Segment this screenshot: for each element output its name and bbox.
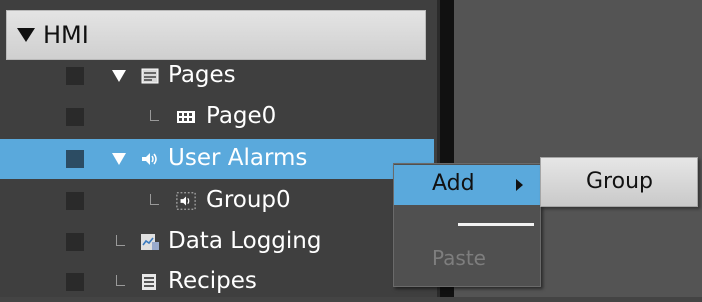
tree-item-checkbox[interactable]	[66, 150, 84, 168]
tree-item-data-logging[interactable]: Data Logging	[0, 222, 440, 262]
page-grid-icon	[176, 107, 196, 127]
tree-item-group0[interactable]: Group0	[0, 181, 440, 221]
menu-item-group[interactable]: Group	[586, 169, 653, 194]
tree-item-label: Recipes	[168, 268, 257, 294]
alarm-group-icon	[176, 191, 196, 211]
tree-item-label: Group0	[206, 187, 291, 213]
expand-triangle-icon[interactable]	[112, 70, 126, 82]
tree-item-pages[interactable]: Pages	[0, 56, 440, 96]
context-menu: Add Paste	[393, 163, 541, 287]
tree-item-recipes[interactable]: Recipes	[0, 262, 440, 302]
project-tree-panel: HMI Pages Page0 User Alarms Group0 Data …	[0, 0, 440, 297]
hmi-root-label: HMI	[43, 21, 89, 49]
speaker-icon	[140, 149, 160, 169]
tree-item-label: Data Logging	[168, 228, 322, 254]
tree-item-label: User Alarms	[168, 145, 308, 171]
menu-item-paste[interactable]: Paste	[432, 246, 486, 270]
tree-item-checkbox[interactable]	[66, 233, 84, 251]
tree-item-page0[interactable]: Page0	[0, 97, 440, 137]
tree-item-label: Page0	[206, 103, 277, 129]
submenu-add: Group	[540, 157, 698, 207]
menu-item-add-label: Add	[432, 171, 475, 196]
expand-triangle-icon[interactable]	[112, 153, 126, 165]
tree-item-checkbox[interactable]	[66, 192, 84, 210]
collapse-triangle-icon[interactable]	[17, 28, 35, 42]
tree-item-checkbox[interactable]	[66, 273, 84, 291]
pages-icon	[140, 66, 160, 86]
tree-connector	[116, 275, 125, 286]
tree-connector	[116, 235, 125, 246]
tree-item-label: Pages	[168, 62, 236, 88]
data-logging-icon	[140, 232, 160, 252]
submenu-arrow-icon	[516, 179, 523, 191]
tree-item-checkbox[interactable]	[66, 67, 84, 85]
menu-item-add[interactable]: Add	[394, 165, 540, 205]
tree-item-checkbox[interactable]	[66, 108, 84, 126]
menu-separator	[458, 223, 534, 226]
tree-connector	[150, 110, 159, 121]
recipes-icon	[140, 272, 160, 292]
tree-connector	[150, 194, 159, 205]
hmi-tree-header[interactable]: HMI	[6, 10, 426, 60]
tree-item-user-alarms[interactable]: User Alarms	[0, 139, 434, 179]
